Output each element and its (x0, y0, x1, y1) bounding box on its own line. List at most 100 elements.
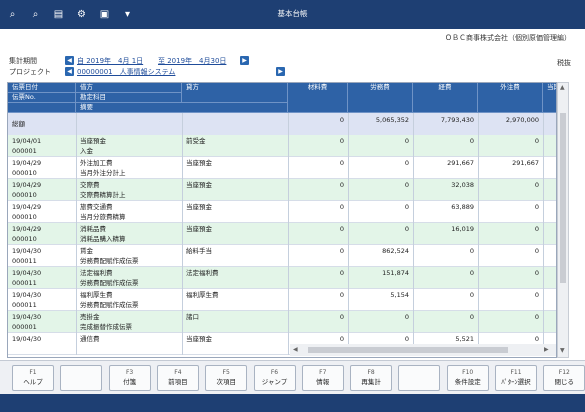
horizontal-scroll-thumb[interactable] (308, 347, 508, 353)
scroll-up-icon[interactable]: ▲ (560, 84, 565, 91)
cell-outsource: 0 (534, 181, 539, 189)
project-prev-button[interactable]: ◀ (65, 67, 74, 76)
cell-slip: 000011 (12, 279, 37, 287)
cell-debit: 法定福利費 (80, 269, 113, 277)
cell-credit: 福利厚生費 (186, 291, 219, 299)
cell-material: 0 (339, 137, 344, 145)
project-label: プロジェクト (9, 68, 51, 76)
fkey-number: F7 (319, 369, 327, 376)
fkey-empty-button[interactable] (60, 365, 103, 391)
title-bar: ⌕ ⌕ ▤ ⚙ ▣ ▾ 基本台帳 (0, 0, 585, 29)
header-expense: 経費 (413, 83, 478, 113)
horizontal-scrollbar[interactable]: ◀ ▶ (290, 344, 556, 356)
header-blank (8, 103, 76, 113)
fkey-f12-button[interactable]: F12 閉じる (543, 365, 585, 391)
fkey-f8-button[interactable]: F8 再集計 (350, 365, 393, 391)
scroll-left-icon[interactable]: ◀ (293, 346, 298, 353)
cell-labor: 0 (404, 203, 409, 211)
cell-expense: 0 (469, 313, 474, 321)
fkey-label: ジャンプ (261, 378, 288, 386)
fkey-f3-button[interactable]: F3 付箋 (108, 365, 151, 391)
fkey-f4-button[interactable]: F4 前項目 (156, 365, 199, 391)
fkey-f11-button[interactable]: F11 ﾊﾟﾀｰﾝ選択 (495, 365, 537, 391)
cell-date: 19/04/29 (12, 159, 42, 167)
cell-labor: 0 (404, 225, 409, 233)
header-material: 材料費 (288, 83, 348, 113)
vertical-scrollbar[interactable]: ▲ ▼ (557, 82, 569, 358)
cell-date: 19/04/29 (12, 203, 42, 211)
vertical-scroll-thumb[interactable] (560, 113, 566, 283)
cell-debit: 福利厚生費 (80, 291, 113, 299)
fkey-f6-button[interactable]: F6 ジャンプ (253, 365, 296, 391)
header-memo: 摘要 (76, 103, 288, 113)
cell-debit: 通信費 (80, 335, 100, 343)
cell-credit: 給料手当 (186, 247, 212, 255)
fkey-number: F1 (29, 369, 37, 376)
fkey-number: F8 (367, 369, 375, 376)
fkey-label: 前項目 (168, 378, 188, 386)
cell-debit: 売掛金 (80, 313, 100, 321)
total-material: 0 (339, 116, 344, 124)
scroll-right-icon[interactable]: ▶ (544, 346, 549, 353)
cell-slip: 000010 (12, 169, 37, 177)
cell-expense: 291,667 (447, 159, 474, 167)
fkey-f1-button[interactable]: F1 ヘルプ (12, 365, 54, 391)
cell-labor: 0 (404, 313, 409, 321)
cell-date: 19/04/01 (12, 137, 42, 145)
column-divider (478, 113, 479, 355)
fkey-number: F6 (270, 369, 279, 376)
column-divider (543, 113, 544, 355)
period-next-button[interactable]: ▶ (240, 56, 249, 65)
cell-slip: 000010 (12, 191, 37, 199)
total-labor: 5,065,352 (375, 116, 409, 124)
cell-credit: 当座預金 (186, 203, 212, 211)
cell-outsource: 0 (534, 313, 539, 321)
cell-date: 19/04/30 (12, 247, 42, 255)
fkey-empty-button[interactable] (398, 365, 441, 391)
cell-debit: 外注加工費 (80, 159, 113, 167)
cell-labor: 862,524 (382, 247, 409, 255)
cell-slip: 000010 (12, 235, 37, 243)
cell-labor: 5,154 (390, 291, 409, 299)
cell-outsource: 0 (534, 291, 539, 299)
cell-outsource: 0 (534, 247, 539, 255)
project-next-button[interactable]: ▶ (276, 67, 285, 76)
status-bar (0, 394, 585, 412)
header-slip: 伝票No. (8, 93, 76, 103)
cell-date: 19/04/30 (12, 313, 42, 321)
period-prev-button[interactable]: ◀ (65, 56, 74, 65)
fkey-f5-button[interactable]: F5 次項目 (205, 365, 248, 391)
cell-date: 19/04/30 (12, 335, 42, 343)
fkey-f7-button[interactable]: F7 情報 (301, 365, 344, 391)
period-from-field[interactable]: 自 2019年 4月 1日 (77, 56, 143, 66)
cell-expense: 0 (469, 291, 474, 299)
header-labor: 労務費 (348, 83, 413, 113)
fkey-label: 条件設定 (454, 378, 481, 386)
project-field[interactable]: 00000001 人事情報システム (77, 67, 175, 77)
fkey-label: 次項目 (216, 378, 236, 386)
cell-debit: 交際費 (80, 181, 100, 189)
scroll-down-icon[interactable]: ▼ (560, 347, 565, 354)
cell-labor: 0 (404, 181, 409, 189)
cell-labor: 151,874 (382, 269, 409, 277)
column-divider (182, 113, 183, 355)
fkey-f10-button[interactable]: F10 条件設定 (446, 365, 489, 391)
fkey-label: ヘルプ (23, 378, 43, 386)
cell-outsource: 0 (534, 269, 539, 277)
cell-credit: 当座預金 (186, 335, 212, 343)
cell-slip: 000001 (12, 147, 37, 155)
cell-material: 0 (339, 313, 344, 321)
cell-slip: 000001 (12, 323, 37, 331)
cell-slip: 000011 (12, 301, 37, 309)
cell-outsource: 0 (534, 225, 539, 233)
period-to-field[interactable]: 至 2019年 4月30日 (158, 56, 226, 66)
cell-credit: 当座預金 (186, 181, 212, 189)
fkey-number: F12 (558, 369, 570, 376)
cell-labor: 0 (404, 159, 409, 167)
total-expense: 7,793,430 (440, 116, 474, 124)
fkey-number: F5 (222, 369, 230, 376)
fkey-label: 情報 (316, 378, 330, 386)
window-title: 基本台帳 (277, 9, 308, 18)
cell-outsource: 0 (534, 137, 539, 145)
fkey-number: F3 (125, 369, 134, 376)
